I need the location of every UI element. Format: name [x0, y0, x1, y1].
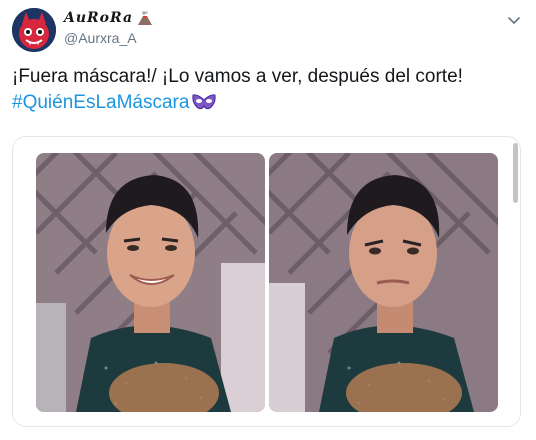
mask-icon [192, 94, 217, 110]
user-handle[interactable]: @Aurxra_A [64, 30, 137, 46]
photo-image-smiling [36, 153, 265, 412]
chevron-down-icon[interactable] [506, 12, 522, 28]
hashtag-line: #QuiénEsLaMáscara [12, 90, 524, 116]
volcano-icon [138, 11, 153, 25]
scrollbar[interactable] [513, 143, 518, 203]
avatar[interactable] [12, 8, 56, 52]
meme-photo-left[interactable] [36, 153, 265, 412]
display-name-row[interactable]: AuRoRa [64, 10, 153, 26]
photo-image-serious [269, 153, 498, 412]
tweet-body: ¡Fuera máscara!/ ¡Lo vamos a ver, despué… [12, 66, 463, 87]
media-card[interactable] [12, 136, 521, 427]
meme-photo-right[interactable] [269, 153, 498, 412]
hashtag-link[interactable]: #QuiénEsLaMáscara [12, 92, 189, 113]
display-name[interactable]: AuRoRa [64, 10, 133, 26]
tweet-text: ¡Fuera máscara!/ ¡Lo vamos a ver, despué… [12, 64, 524, 116]
avatar-image [12, 8, 56, 52]
